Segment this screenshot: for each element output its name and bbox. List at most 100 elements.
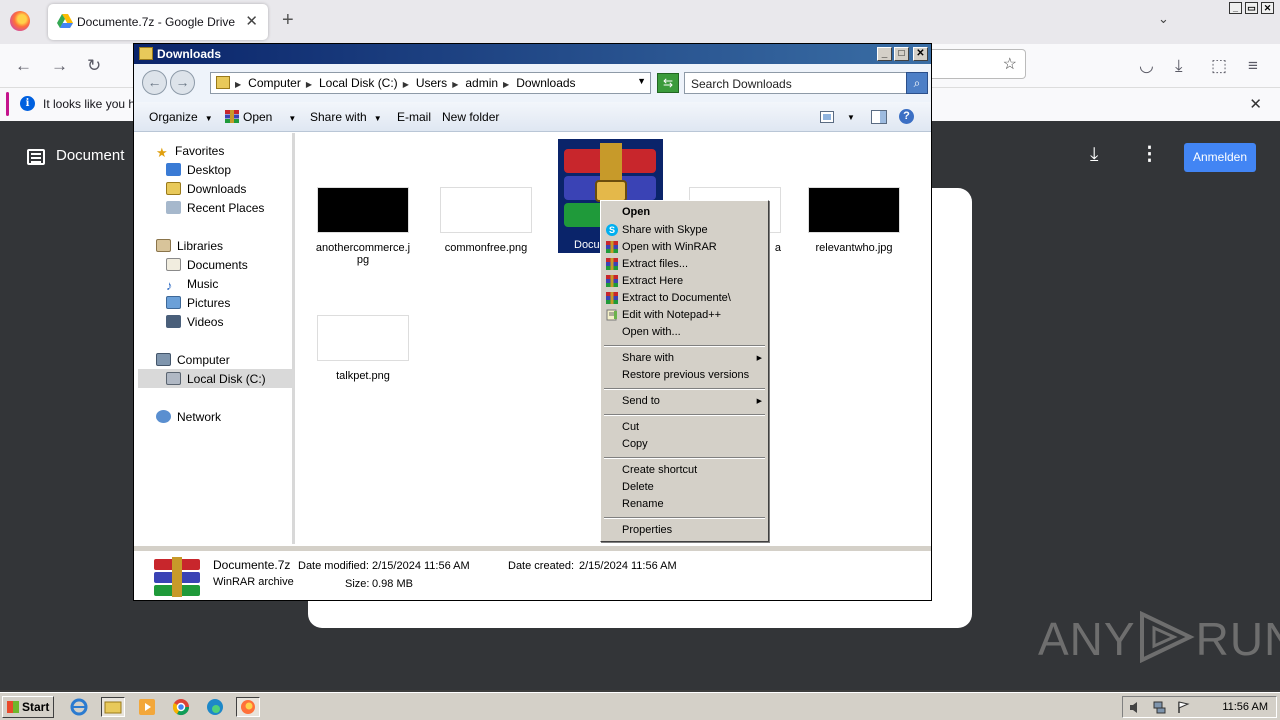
signin-button[interactable]: Anmelden — [1184, 143, 1256, 172]
menu-item-share-skype[interactable]: Share with Skype — [622, 224, 708, 236]
forward-icon[interactable]: → — [51, 56, 68, 76]
winrar-icon — [606, 241, 618, 253]
winrar-small-icon — [225, 110, 239, 123]
nav-item-videos[interactable]: Videos — [166, 315, 223, 329]
menu-item-rename[interactable]: Rename — [622, 498, 664, 510]
menu-item-open-with[interactable]: Open with... — [622, 326, 681, 338]
breadcrumb-separator[interactable]: ▶ — [403, 80, 409, 89]
pocket-icon[interactable]: ◡ — [1139, 56, 1154, 76]
nav-item-local-disk[interactable]: Local Disk (C:) — [166, 372, 266, 386]
extensions-icon[interactable]: ⬚ — [1211, 56, 1227, 76]
browser-restore-button[interactable]: ▭ — [1245, 2, 1258, 14]
firefox-taskbar-button[interactable] — [236, 697, 260, 717]
view-dropdown-icon[interactable]: ▼ — [847, 113, 855, 122]
view-options-icon[interactable] — [820, 111, 834, 123]
explorer-forward-button[interactable]: → — [170, 70, 195, 95]
menu-item-extract-to[interactable]: Extract to Documente\ — [622, 292, 731, 304]
menu-item-open-winrar[interactable]: Open with WinRAR — [622, 241, 717, 253]
bookmark-star-icon[interactable]: ☆ — [1003, 54, 1017, 74]
back-icon[interactable]: ← — [15, 56, 32, 76]
breadcrumb-separator[interactable]: ▶ — [503, 80, 509, 89]
nav-network-label: Network — [177, 410, 222, 424]
address-dropdown-icon[interactable]: ▼ — [637, 76, 646, 86]
firefox-logo-icon[interactable] — [10, 11, 30, 31]
file-item[interactable]: relevantwho.jpg — [804, 187, 904, 254]
organize-button[interactable]: Organize ▼ — [149, 110, 213, 124]
breadcrumb-computer[interactable]: Computer — [248, 76, 301, 90]
menu-item-restore-versions[interactable]: Restore previous versions — [622, 369, 749, 381]
menu-item-delete[interactable]: Delete — [622, 481, 654, 493]
file-item[interactable]: anothercommerce.jpg — [313, 187, 413, 266]
menu-item-extract-here[interactable]: Extract Here — [622, 275, 683, 287]
menu-item-edit-notepadpp[interactable]: Edit with Notepad++ — [622, 309, 721, 321]
tab-close-icon[interactable]: ✕ — [245, 12, 258, 30]
internet-explorer-icon[interactable] — [67, 697, 91, 717]
breadcrumb-users[interactable]: Users — [416, 76, 447, 90]
libraries-icon — [156, 239, 171, 252]
submenu-arrow-icon: ▶ — [756, 398, 762, 405]
menu-item-share-with[interactable]: Share with — [622, 352, 674, 364]
browser-close-button[interactable]: ✕ — [1261, 2, 1274, 14]
search-icon[interactable]: ⌕ — [906, 72, 928, 94]
explorer-maximize-button[interactable]: □ — [894, 47, 909, 61]
explorer-minimize-button[interactable]: _ — [877, 47, 892, 61]
network-tray-icon[interactable] — [1153, 701, 1166, 714]
menu-item-copy[interactable]: Copy — [622, 438, 648, 450]
notification-close-icon[interactable]: ✕ — [1249, 95, 1262, 113]
nav-item-libraries[interactable]: Libraries — [156, 239, 223, 253]
nav-item-documents[interactable]: Documents — [166, 258, 248, 272]
address-bar[interactable]: ▶ Computer ▶ Local Disk (C:) ▶ Users ▶ admin ▶ Do… — [210, 72, 651, 94]
new-folder-button[interactable]: New folder — [442, 110, 499, 124]
menu-item-open[interactable]: Open — [622, 206, 650, 218]
menu-item-properties[interactable]: Properties — [622, 524, 672, 536]
clock[interactable]: 11:56 AM — [1222, 701, 1268, 713]
new-tab-button[interactable]: + — [282, 9, 294, 32]
file-item[interactable]: talkpet.png — [313, 315, 413, 382]
breadcrumb-local-disk[interactable]: Local Disk (C:) — [319, 76, 398, 90]
refresh-button[interactable]: ⇆ — [657, 73, 679, 93]
media-player-icon[interactable] — [135, 697, 159, 717]
explorer-taskbar-button[interactable] — [101, 697, 125, 717]
file-item[interactable]: commonfree.png — [436, 187, 536, 254]
breadcrumb-separator[interactable]: ▶ — [306, 80, 312, 89]
preview-pane-icon[interactable] — [871, 110, 887, 124]
breadcrumb-separator[interactable]: ▶ — [235, 80, 241, 89]
nav-item-pictures[interactable]: Pictures — [166, 296, 230, 310]
menu-item-send-to[interactable]: Send to — [622, 395, 660, 407]
nav-item-downloads[interactable]: Downloads — [166, 182, 246, 196]
url-bar[interactable]: ☆ — [930, 49, 1026, 79]
email-button[interactable]: E-mail — [397, 110, 431, 124]
open-button[interactable]: Open ▼ — [225, 110, 296, 124]
explorer-close-button[interactable]: ✕ — [913, 47, 928, 61]
browser-tab-active[interactable]: Documente.7z - Google Drive ✕ — [48, 4, 268, 40]
downloads-icon[interactable]: ⤓ — [1175, 56, 1183, 76]
explorer-title-bar[interactable]: Downloads _ □ ✕ — [134, 44, 931, 64]
drive-download-icon[interactable]: ⤓ — [1090, 144, 1098, 166]
menu-item-create-shortcut[interactable]: Create shortcut — [622, 464, 697, 476]
breadcrumb-downloads[interactable]: Downloads — [516, 76, 575, 90]
breadcrumb-separator[interactable]: ▶ — [452, 80, 458, 89]
volume-icon[interactable] — [1129, 701, 1142, 714]
nav-item-recent-places[interactable]: Recent Places — [166, 201, 264, 215]
search-input[interactable]: Search Downloads ⌕ — [684, 72, 928, 94]
drive-more-options-icon[interactable]: ⋮ — [1140, 143, 1159, 166]
start-button[interactable]: Start — [2, 696, 54, 718]
reload-icon[interactable]: ↻ — [87, 56, 101, 76]
app-menu-icon[interactable]: ≡ — [1248, 56, 1258, 76]
chrome-icon[interactable] — [169, 697, 193, 717]
menu-item-extract-files[interactable]: Extract files... — [622, 258, 688, 270]
nav-item-computer[interactable]: Computer — [156, 353, 230, 367]
list-all-tabs-icon[interactable]: ⌄ — [1158, 11, 1169, 27]
explorer-back-button[interactable]: ← — [142, 70, 167, 95]
browser-minimize-button[interactable]: _ — [1229, 2, 1242, 14]
nav-item-network[interactable]: Network — [156, 410, 221, 424]
help-icon[interactable]: ? — [899, 109, 914, 124]
edge-icon[interactable] — [203, 697, 227, 717]
breadcrumb-admin[interactable]: admin — [465, 76, 498, 90]
menu-item-cut[interactable]: Cut — [622, 421, 639, 433]
action-center-flag-icon[interactable] — [1177, 701, 1190, 714]
nav-item-desktop[interactable]: Desktop — [166, 163, 231, 177]
nav-item-music[interactable]: ♪ Music — [166, 277, 218, 293]
nav-item-favorites[interactable]: ★ Favorites — [156, 144, 224, 159]
share-with-button[interactable]: Share with ▼ — [310, 110, 382, 124]
